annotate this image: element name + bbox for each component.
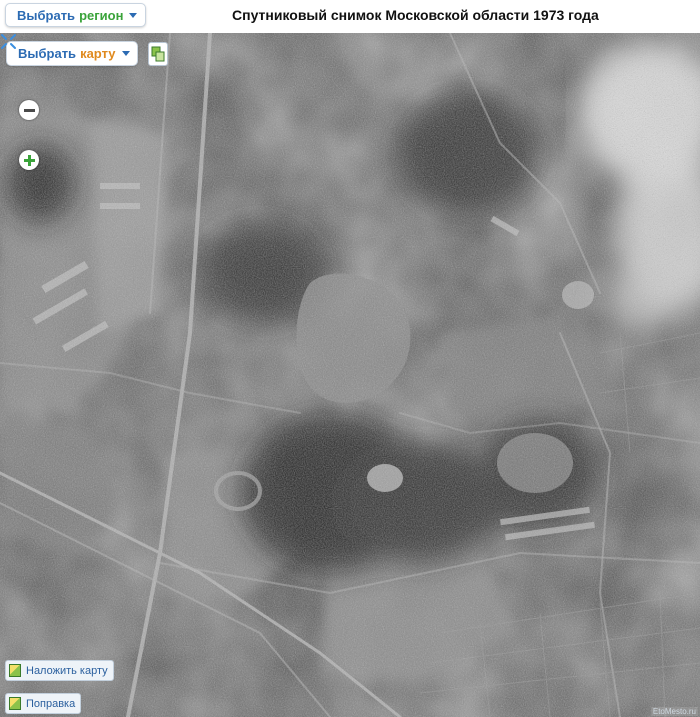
zoom-out-button[interactable] [19, 100, 39, 120]
select-region-label: Выбрать [17, 7, 76, 23]
overlay-map-label: Наложить карту [26, 664, 108, 677]
select-map-accent: карту [80, 46, 116, 61]
satellite-map[interactable]: Выбрать карту Наложить карту Поправка Et… [0, 33, 700, 717]
layers-icon [9, 664, 21, 677]
layers-icon [9, 697, 21, 710]
select-map-button[interactable]: Выбрать карту [6, 41, 138, 66]
overlay-map-button[interactable]: Наложить карту [5, 660, 114, 681]
satellite-imagery [0, 33, 700, 717]
select-region-button[interactable]: Выбрать регион [5, 3, 147, 27]
minus-icon [23, 108, 35, 112]
header-bar: Выбрать регион Спутниковый снимок Москов… [0, 0, 700, 33]
select-region-accent: регион [79, 7, 124, 23]
correction-button[interactable]: Поправка [5, 693, 82, 714]
page-title: Спутниковый снимок Московской области 19… [232, 7, 599, 23]
correction-label: Поправка [26, 697, 76, 710]
select-map-label: Выбрать [18, 46, 77, 61]
zoom-in-button[interactable] [19, 150, 39, 170]
layers-button[interactable] [148, 42, 168, 66]
copyright-label: EtoMesto.ru [650, 707, 698, 716]
map-center-crosshair-icon [1, 34, 16, 49]
plus-icon-vertical [27, 154, 31, 166]
layers-icon [151, 46, 165, 62]
chevron-down-icon [121, 51, 130, 56]
chevron-down-icon [129, 12, 138, 18]
